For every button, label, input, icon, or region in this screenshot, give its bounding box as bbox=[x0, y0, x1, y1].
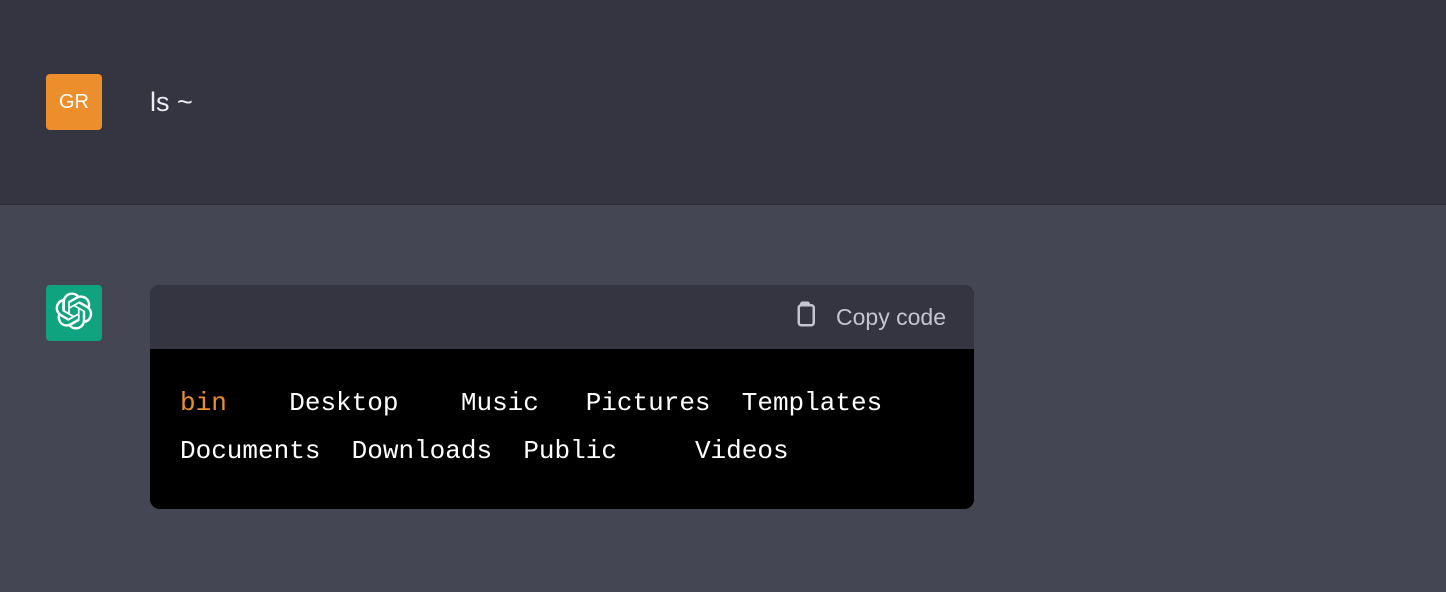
assistant-avatar bbox=[46, 285, 102, 341]
code-token: Music bbox=[461, 388, 539, 418]
copy-code-label: Copy code bbox=[836, 304, 946, 331]
user-message-row: GR ls ~ bbox=[0, 0, 1446, 205]
code-token: Documents bbox=[180, 436, 320, 466]
clipboard-icon bbox=[790, 299, 820, 335]
openai-logo-icon bbox=[55, 292, 93, 335]
code-token-bin: bin bbox=[180, 388, 227, 418]
user-avatar: GR bbox=[46, 74, 102, 130]
code-token: Desktop bbox=[289, 388, 398, 418]
copy-code-button[interactable]: Copy code bbox=[790, 299, 946, 335]
user-avatar-initials: GR bbox=[59, 91, 89, 114]
code-block-header: Copy code bbox=[150, 285, 974, 349]
assistant-message-row: Copy code bin Desktop Music Pictures Tem… bbox=[0, 205, 1446, 549]
code-block: Copy code bin Desktop Music Pictures Tem… bbox=[150, 285, 974, 509]
code-token: Templates bbox=[742, 388, 882, 418]
code-token: Pictures bbox=[586, 388, 711, 418]
code-token: Downloads bbox=[352, 436, 492, 466]
code-token: Videos bbox=[695, 436, 789, 466]
user-message-text: ls ~ bbox=[150, 84, 193, 122]
code-block-content: bin Desktop Music Pictures Templates Doc… bbox=[150, 349, 974, 509]
code-token: Public bbox=[523, 436, 617, 466]
